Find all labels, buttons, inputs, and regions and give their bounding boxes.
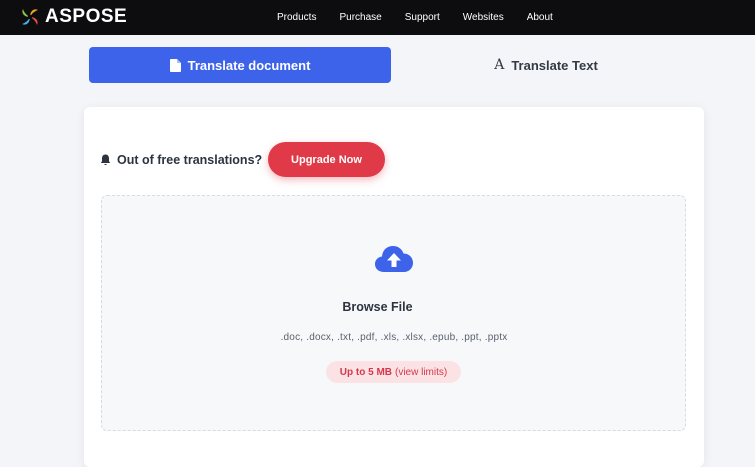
upgrade-now-button[interactable]: Upgrade Now: [268, 142, 385, 177]
free-limit-notice: Out of free translations?: [100, 142, 262, 177]
nav-purchase[interactable]: Purchase: [339, 12, 381, 23]
aspose-swirl-icon: [22, 9, 38, 25]
main-nav: Products Purchase Support Websites About: [277, 0, 576, 35]
logo-text: ASPOSE: [45, 6, 128, 27]
nav-websites[interactable]: Websites: [463, 12, 504, 23]
tab-translate-text-label: Translate Text: [511, 57, 598, 73]
size-limit-value: Up to 5 MB: [339, 366, 392, 378]
cloud-upload-icon[interactable]: [374, 242, 414, 279]
view-limits-link[interactable]: (view limits): [395, 367, 447, 378]
aspose-logo[interactable]: ASPOSE: [19, 6, 127, 28]
browse-file-label[interactable]: Browse File: [0, 300, 755, 314]
size-limit-badge: Up to 5 MB (view limits): [326, 361, 461, 383]
top-navbar: ASPOSE Products Purchase Support Website…: [0, 0, 755, 35]
nav-products[interactable]: Products: [277, 12, 316, 23]
tab-translate-text[interactable]: A Translate Text: [395, 47, 697, 83]
free-limit-message: Out of free translations?: [117, 152, 263, 167]
file-icon: [169, 58, 181, 72]
tab-translate-document-label: Translate document: [187, 57, 311, 73]
font-a-icon: A: [494, 57, 505, 73]
nav-about[interactable]: About: [527, 12, 553, 23]
bell-icon: [100, 154, 111, 166]
supported-formats: .doc, .docx, .txt, .pdf, .xls, .xlsx, .e…: [280, 332, 508, 343]
tab-translate-document[interactable]: Translate document: [89, 47, 391, 83]
nav-support[interactable]: Support: [405, 12, 440, 23]
